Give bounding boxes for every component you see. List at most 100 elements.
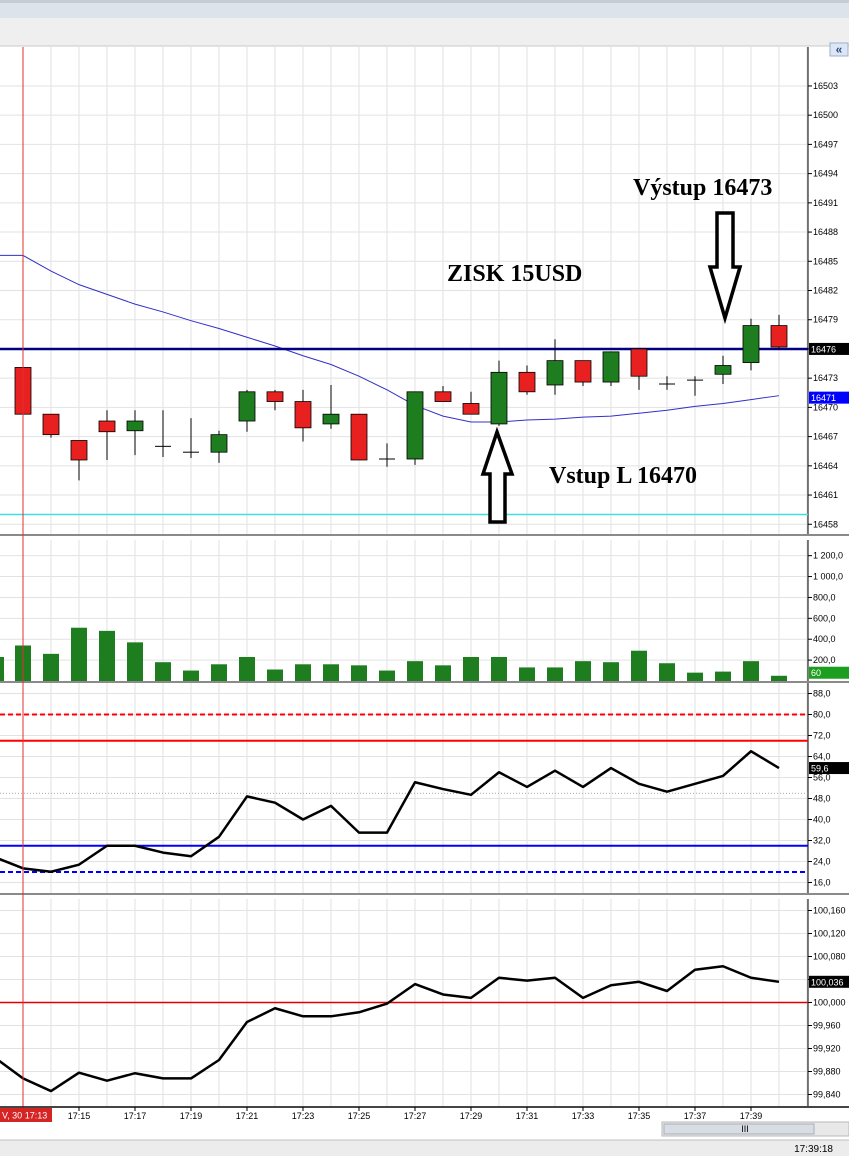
x-tick-label: 17:39: [740, 1111, 763, 1121]
x-tick-label: 17:15: [68, 1111, 91, 1121]
y-tick-label: 16503: [813, 81, 838, 91]
y-tick-label: 1 200,0: [813, 551, 843, 561]
oscillator-badge: 59,6: [811, 764, 829, 774]
candle-body: [462, 403, 480, 415]
y-tick-label: 72,0: [813, 731, 831, 741]
y-tick-label: 16500: [813, 110, 838, 120]
volume-bar: [211, 664, 227, 681]
y-tick-label: 16497: [813, 139, 838, 149]
x-tick-label: 17:37: [684, 1111, 707, 1121]
y-tick-label: 64,0: [813, 752, 831, 762]
volume-bar: [155, 662, 171, 681]
candle-body: [742, 325, 760, 363]
candle-body: [350, 413, 368, 461]
candle-body: [210, 434, 228, 453]
y-tick-label: 800,0: [813, 592, 836, 602]
y-tick-label: 16494: [813, 169, 838, 179]
collapse-icon: «: [836, 43, 843, 57]
candle-body: [126, 420, 144, 432]
x-tick-label: 17:27: [404, 1111, 427, 1121]
volume-bar: [0, 656, 4, 681]
candle-body: [490, 371, 508, 425]
candle-body: [714, 365, 732, 375]
y-tick-label: 16491: [813, 198, 838, 208]
x-tick-label: 17:29: [460, 1111, 483, 1121]
volume-bar: [267, 669, 283, 681]
y-tick-label: 16479: [813, 315, 838, 325]
y-tick-label: 32,0: [813, 836, 831, 846]
volume-bar: [771, 675, 787, 681]
scrollbar-thumb[interactable]: [663, 1123, 815, 1135]
x-tick-label: 17:31: [516, 1111, 539, 1121]
volume-bar: [631, 650, 647, 681]
ratio-badge: 100,036: [811, 977, 844, 987]
entry-annotation: Vstup L 16470: [549, 463, 697, 489]
scrollbar-grip-icon: III: [741, 1124, 749, 1134]
status-time: 17:39:18: [794, 1144, 833, 1155]
status-bar: [0, 1140, 849, 1156]
y-tick-label: 400,0: [813, 634, 836, 644]
y-tick-label: 100,000: [813, 998, 846, 1008]
price-badge: 16471: [811, 393, 836, 403]
y-tick-label: 16482: [813, 286, 838, 296]
toolbar-strip: [0, 0, 849, 3]
candle-body: [266, 391, 284, 402]
y-tick-label: 40,0: [813, 815, 831, 825]
candle-body: [238, 391, 256, 422]
x-tick-label: 17:23: [292, 1111, 315, 1121]
y-tick-label: 99,920: [813, 1044, 841, 1054]
volume-bar: [99, 630, 115, 681]
candle-body: [42, 413, 60, 436]
y-tick-label: 100,160: [813, 906, 846, 916]
y-tick-label: 16485: [813, 256, 838, 266]
candle-body: [434, 391, 452, 402]
y-tick-label: 100,120: [813, 929, 846, 939]
x-tick-label: 17:33: [572, 1111, 595, 1121]
y-tick-label: 100,080: [813, 952, 846, 962]
candle-body: [574, 360, 592, 383]
volume-bar: [351, 665, 367, 681]
volume-bar: [295, 664, 311, 681]
candle-body: [98, 420, 116, 433]
volume-bar: [239, 656, 255, 681]
volume-bar: [715, 671, 731, 681]
y-tick-label: 16458: [813, 519, 838, 529]
x-tick-label: 17:19: [180, 1111, 203, 1121]
volume-bar: [547, 667, 563, 681]
volume-bar: [71, 627, 87, 681]
y-tick-label: 99,960: [813, 1021, 841, 1031]
volume-bar: [519, 667, 535, 681]
price-badge: 16476: [811, 344, 836, 354]
candle-body: [602, 351, 620, 383]
volume-bar: [323, 664, 339, 681]
volume-bar: [491, 656, 507, 681]
chart-canvas[interactable]: « 16458 16461 16464 16467 16470 16473 16476 164…: [0, 0, 849, 1156]
candle-body: [294, 401, 312, 429]
exit-annotation: Výstup 16473: [633, 175, 772, 201]
cursor-time-label: V, 30 17:13: [2, 1111, 47, 1121]
candle-body: [70, 440, 88, 461]
y-tick-label: 16467: [813, 432, 838, 442]
volume-bar: [659, 663, 675, 681]
y-tick-label: 200,0: [813, 655, 836, 665]
profit-annotation: ZISK 15USD: [447, 261, 582, 287]
y-tick-label: 99,840: [813, 1090, 841, 1100]
y-tick-label: 16488: [813, 227, 838, 237]
y-tick-label: 88,0: [813, 689, 831, 699]
volume-bar: [463, 656, 479, 681]
volume-bar: [407, 661, 423, 681]
y-tick-label: 1 000,0: [813, 572, 843, 582]
y-tick-label: 16461: [813, 490, 838, 500]
candle-body: [546, 360, 564, 386]
volume-bar: [603, 662, 619, 681]
x-tick-label: 17:25: [348, 1111, 371, 1121]
volume-bar: [435, 665, 451, 681]
volume-bar: [743, 661, 759, 681]
volume-bar: [127, 642, 143, 681]
volume-bar: [687, 672, 703, 681]
candle-body: [630, 348, 648, 377]
y-tick-label: 24,0: [813, 857, 831, 867]
candle-body: [406, 391, 424, 460]
x-tick-label: 17:17: [124, 1111, 147, 1121]
volume-bar: [43, 653, 59, 681]
